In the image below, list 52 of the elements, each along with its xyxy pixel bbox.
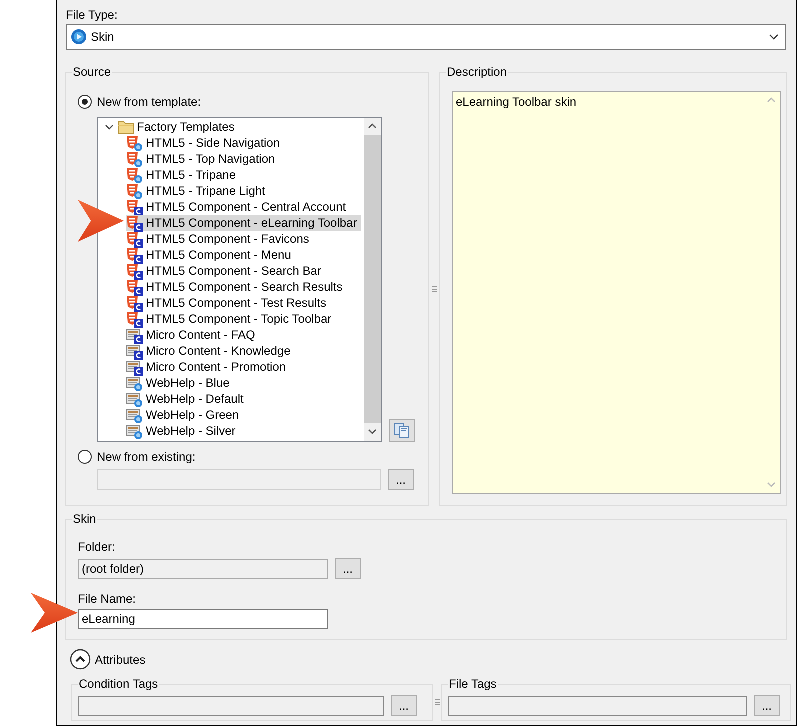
tree-item[interactable]: HTML5 Component - Favicons (126, 231, 314, 247)
browse-button[interactable]: ... (754, 695, 780, 716)
file-type-dropdown[interactable]: Skin (66, 24, 786, 50)
file-name-field[interactable]: eLearning (78, 609, 328, 629)
file-name-label: File Name: (78, 591, 138, 607)
group-title: Condition Tags (78, 676, 160, 692)
scroll-up-icon[interactable] (368, 123, 377, 129)
folder-label: Folder: (78, 539, 116, 555)
tree-item[interactable]: HTML5 - Tripane (126, 167, 240, 183)
collapse-icon[interactable] (70, 649, 91, 670)
tree-item[interactable]: Factory Templates (118, 119, 239, 135)
radio-button[interactable] (78, 450, 92, 464)
group-title: File Tags (448, 676, 498, 692)
tree-item[interactable]: HTML5 Component - Central Account (126, 199, 350, 215)
scroll-down-icon (767, 482, 776, 488)
scroll-down-icon[interactable] (368, 429, 377, 435)
tree-item[interactable]: HTML5 Component - Test Results (126, 295, 331, 311)
tree-item[interactable]: Micro Content - FAQ (126, 327, 260, 343)
tree-item[interactable]: HTML5 - Tripane Light (126, 183, 270, 199)
radio-button[interactable] (78, 95, 92, 109)
group-title: Description (446, 64, 508, 80)
chevron-down-icon[interactable] (105, 122, 114, 132)
tree-item[interactable]: HTML5 Component - Topic Toolbar (126, 311, 336, 327)
tree-item[interactable]: WebHelp - Default (126, 391, 248, 407)
tree-item[interactable]: HTML5 - Top Navigation (126, 151, 280, 167)
callout-arrow (31, 592, 79, 634)
tree-item[interactable]: HTML5 - Side Navigation (126, 135, 284, 151)
splitter-grip-icon[interactable] (432, 286, 436, 292)
folder-icon (118, 120, 134, 134)
browse-button[interactable]: ... (388, 469, 414, 490)
tree-item[interactable]: WebHelp - Silver (126, 423, 240, 439)
attributes-label: Attributes (95, 652, 146, 666)
copy-icon (394, 423, 410, 438)
scroll-up-icon (767, 97, 776, 103)
tree-item[interactable]: WebHelp - Blue (126, 375, 234, 391)
file-type-label: File Type: (66, 7, 119, 23)
copy-button[interactable] (389, 419, 415, 442)
browse-button[interactable]: ... (391, 695, 417, 716)
tree-item[interactable]: HTML5 Component - eLearning Toolbar (126, 215, 362, 231)
tree-item[interactable]: Micro Content - Promotion (126, 359, 290, 375)
splitter-grip-icon[interactable] (434, 699, 440, 706)
tree-item[interactable]: HTML5 Component - Search Results (126, 279, 347, 295)
tree-item[interactable]: HTML5 Component - Search Bar (126, 263, 326, 279)
tree-item[interactable]: HTML5 Component - Menu (126, 247, 296, 263)
radio-label: New from existing: (97, 450, 196, 464)
description-field[interactable]: eLearning Toolbar skin (452, 91, 781, 494)
chevron-down-icon (769, 34, 779, 40)
tree-item[interactable]: WebHelp - Green (126, 407, 244, 423)
browse-button[interactable]: ... (335, 558, 361, 579)
callout-arrow (78, 199, 125, 243)
radio-label: New from template: (97, 95, 202, 109)
tree-item[interactable]: Micro Content - Knowledge (126, 343, 295, 359)
